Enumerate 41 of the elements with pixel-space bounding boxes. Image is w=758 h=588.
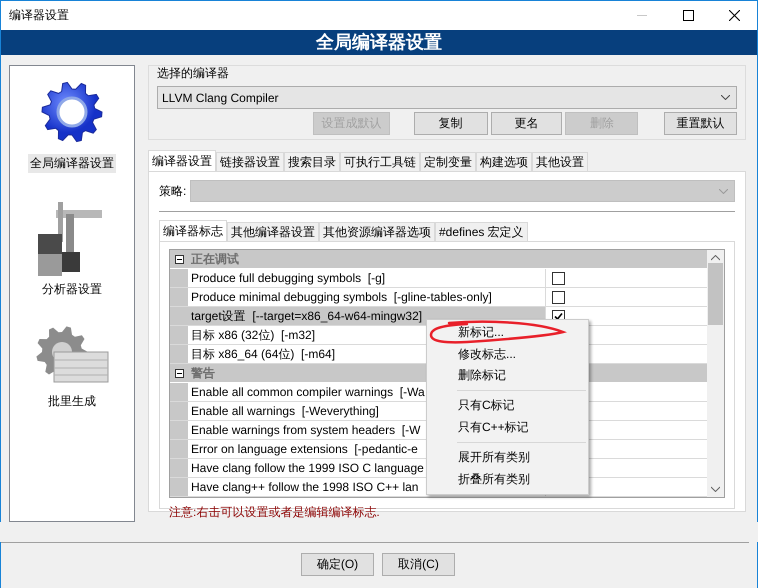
window-title: 编译器设置 <box>8 7 70 24</box>
sidebar-item[interactable]: 分析器设置 <box>40 280 104 299</box>
tab[interactable]: 定制变量 <box>420 152 476 171</box>
scroll-up-icon[interactable] <box>711 255 720 261</box>
sidebar-item[interactable]: 批里生成 <box>46 392 98 411</box>
dialog-button[interactable]: 确定(O) <box>301 553 374 576</box>
dialog-button[interactable]: 取消(C) <box>382 553 455 576</box>
flag-option[interactable]: Produce full debugging symbols [-g] <box>188 269 546 287</box>
policy-label: 策略: <box>159 182 186 200</box>
tab[interactable]: 搜索目录 <box>284 152 340 171</box>
tab[interactable]: #defines 宏定义 <box>435 222 528 241</box>
tab[interactable]: 链接器设置 <box>216 152 284 171</box>
scroll-down-icon[interactable] <box>711 486 720 492</box>
tab[interactable]: 其他编译器设置 <box>227 222 319 241</box>
checkbox[interactable] <box>552 272 565 284</box>
menu-item[interactable]: 新标记... <box>458 324 504 342</box>
sidebar-item[interactable]: 全局编译器设置 <box>28 154 116 173</box>
category-title: 正在调试 <box>190 250 239 268</box>
tab[interactable]: 其他设置 <box>532 152 588 171</box>
header-title: 全局编译器设置 <box>316 32 442 54</box>
checkbox[interactable] <box>552 290 565 304</box>
menu-item[interactable]: 修改标志... <box>458 346 516 363</box>
scrollbar[interactable] <box>707 250 724 497</box>
compiler-dropdown[interactable]: LLVM Clang Compiler <box>157 86 737 109</box>
hint-text: 注意:右击可以设置或者是编辑编译标志. <box>169 504 381 521</box>
maximize-icon[interactable] <box>682 10 694 21</box>
menu-item[interactable]: 删除标记 <box>458 366 506 384</box>
tab[interactable]: 编译器标志 <box>159 220 227 241</box>
tab[interactable]: 构建选项 <box>476 152 532 171</box>
tab[interactable]: 可执行工具链 <box>340 152 420 171</box>
tab[interactable]: 其他资源编译器选项 <box>319 222 435 241</box>
menu-item[interactable]: 只有C++标记 <box>458 418 529 436</box>
category-title: 警告 <box>190 364 215 382</box>
scroll-thumb[interactable] <box>708 263 723 325</box>
compiler-action-button[interactable]: 重置默认 <box>664 112 737 135</box>
compiler-action-button[interactable]: 复制 <box>414 112 488 135</box>
group-title: 选择的编译器 <box>157 66 230 80</box>
flag-option[interactable]: Produce minimal debugging symbols [-gline-tables-only] <box>188 288 546 306</box>
tab[interactable]: 编译器设置 <box>148 150 216 171</box>
compiler-action-button[interactable]: 更名 <box>490 112 562 135</box>
close-icon[interactable] <box>728 10 740 21</box>
